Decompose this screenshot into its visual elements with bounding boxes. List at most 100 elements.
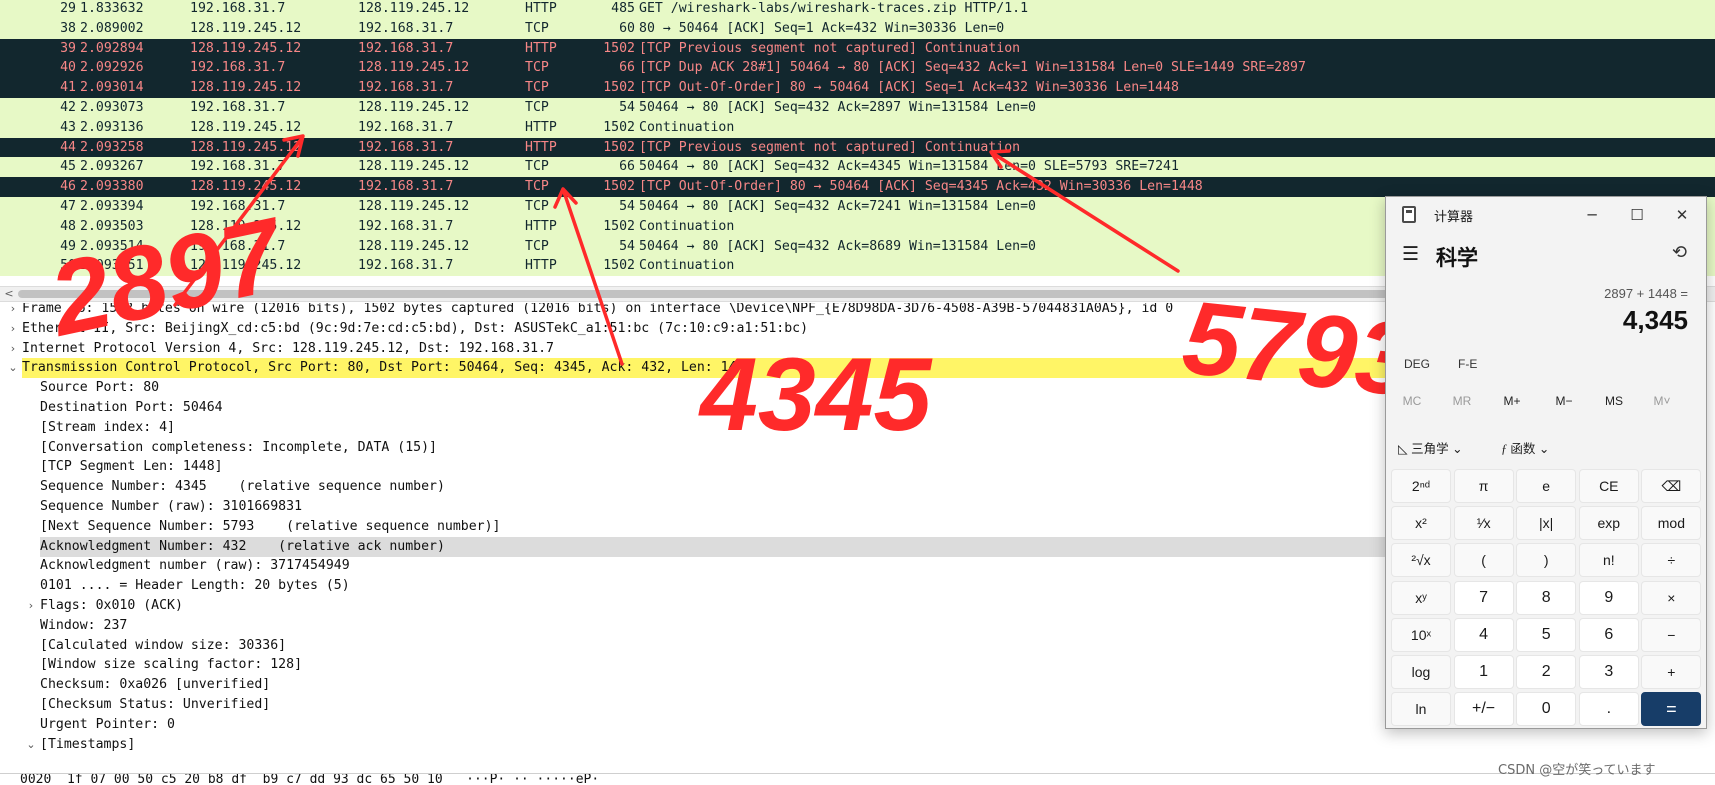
packet-row[interactable]: 41 2.093014 128.119.245.12 192.168.31.7 TCP 1… [0, 78, 1715, 99]
packet-src: 128.119.245.12 [190, 119, 302, 135]
trigonometry-dropdown[interactable]: ◺ 三角学 ⌄ [1398, 438, 1463, 457]
calc-key[interactable]: 0 [1516, 692, 1577, 727]
calc-key[interactable]: 10ˣ [1391, 617, 1451, 652]
packet-row[interactable]: 43 2.093136 128.119.245.12 192.168.31.7 HTTP… [0, 117, 1715, 138]
calc-key[interactable]: CE [1578, 469, 1639, 503]
expand-arrow-icon[interactable]: › [6, 303, 20, 319]
calc-key[interactable]: ¹⁄x [1453, 506, 1514, 541]
expand-arrow-icon[interactable]: › [24, 596, 38, 616]
detail-row[interactable]: Acknowledgment Number: 432 (relative ack… [40, 536, 1385, 557]
detail-text: Checksum: 0xa026 [unverified] [40, 677, 271, 693]
packet-no: 47 [60, 199, 76, 214]
calc-key[interactable]: ln [1391, 692, 1451, 727]
packet-row[interactable]: 40 2.092926 192.168.31.7 128.119.245.12 TCP 6… [0, 58, 1715, 79]
packet-row[interactable]: 38 2.089002 128.119.245.12 192.168.31.7 TCP 6… [0, 18, 1715, 39]
minimize-icon[interactable]: ─ [1572, 201, 1612, 229]
calc-key[interactable]: 8 [1516, 580, 1577, 615]
packet-proto: TCP [525, 179, 549, 195]
calc-key[interactable]: . [1578, 692, 1639, 727]
func-label: 函数 [1510, 442, 1536, 456]
calc-key[interactable]: 2ⁿᵈ [1391, 469, 1451, 503]
deg-button[interactable]: DEG [1404, 357, 1430, 371]
history-icon[interactable]: ⟲ [1672, 242, 1687, 263]
collapse-arrow-icon[interactable]: ⌄ [24, 735, 38, 755]
packet-info: Continuation [639, 119, 735, 135]
calc-key[interactable]: +/− [1453, 692, 1514, 727]
calc-key[interactable]: exp [1578, 506, 1639, 541]
calc-key[interactable]: 7 [1453, 580, 1514, 615]
packet-proto: TCP [525, 80, 549, 96]
packet-time: 2.093503 [80, 218, 144, 234]
memory-button[interactable]: M˅ [1636, 394, 1688, 408]
packet-row[interactable]: 46 2.093380 128.119.245.12 192.168.31.7 TCP 1… [0, 177, 1715, 198]
calc-key[interactable]: |x| [1516, 506, 1577, 541]
calc-key[interactable]: x² [1391, 506, 1451, 541]
calc-key[interactable]: = [1641, 692, 1702, 727]
function-dropdown[interactable]: ƒ 函数 ⌄ [1501, 438, 1549, 457]
maximize-icon[interactable]: ☐ [1617, 201, 1657, 229]
packet-info: [TCP Previous segment not captured] Cont… [639, 139, 1021, 155]
expand-arrow-icon[interactable]: › [6, 319, 20, 339]
packet-row[interactable]: 44 2.093258 128.119.245.12 192.168.31.7 HTTP… [0, 137, 1715, 158]
scroll-left-icon[interactable]: < [2, 287, 16, 301]
packet-row[interactable]: 39 2.092894 128.119.245.12 192.168.31.7 HTTP… [0, 38, 1715, 59]
packet-proto: HTTP [525, 139, 557, 155]
calc-key[interactable]: ²√x [1391, 543, 1451, 578]
calc-key[interactable]: π [1453, 469, 1514, 503]
backspace-icon[interactable]: ⌫ [1641, 469, 1702, 503]
calc-key[interactable]: − [1641, 617, 1702, 652]
packet-bytes[interactable]: 0020 1f 07 00 50 c5 20 b8 df b9 c7 dd 93… [0, 773, 1715, 785]
expand-arrow-icon[interactable]: › [6, 339, 20, 359]
calc-key[interactable]: log [1391, 655, 1451, 689]
packet-row[interactable]: 29 1.833632 192.168.31.7 128.119.245.12 HTTP… [0, 0, 1715, 19]
calc-key[interactable]: 1 [1453, 655, 1514, 689]
calculator-expression: 2897 + 1448 = [1604, 286, 1688, 301]
packet-src: 128.119.245.12 [190, 20, 302, 36]
calculator-titlebar[interactable]: 计算器 ─ ☐ ✕ [1386, 197, 1706, 233]
calc-key[interactable]: 3 [1578, 655, 1639, 689]
detail-row[interactable]: ⌄ [Timestamps] [0, 735, 1715, 755]
memory-button[interactable]: MC [1386, 394, 1438, 408]
calc-key[interactable]: × [1641, 580, 1702, 615]
collapse-arrow-icon[interactable]: ⌄ [6, 358, 20, 378]
detail-text: Flags: 0x010 (ACK) [40, 598, 183, 613]
packet-proto: HTTP [525, 218, 557, 234]
calculator-app-icon [1402, 206, 1416, 223]
packet-proto: TCP [525, 159, 549, 175]
packet-src: 192.168.31.7 [190, 100, 286, 115]
packet-info: 80 → 50464 [ACK] Seq=1 Ack=432 Win=30336… [639, 20, 1005, 36]
detail-text: [Stream index: 4] [40, 419, 175, 435]
memory-button[interactable]: MS [1588, 394, 1640, 408]
packet-row[interactable]: 45 2.093267 192.168.31.7 128.119.245.12 TCP 6… [0, 157, 1715, 178]
detail-row[interactable]: ⌄ Transmission Control Protocol, Src Port… [8, 358, 1385, 379]
calculator-title: 计算器 [1434, 209, 1474, 224]
calc-key[interactable]: ) [1516, 543, 1577, 578]
packet-row[interactable]: 42 2.093073 192.168.31.7 128.119.245.12 TCP 5… [0, 98, 1715, 118]
calc-key[interactable]: 2 [1516, 655, 1577, 689]
calc-key[interactable]: 9 [1578, 580, 1639, 615]
memory-button[interactable]: M+ [1486, 394, 1538, 408]
detail-text: Window: 237 [40, 617, 128, 633]
fe-button[interactable]: F-E [1458, 357, 1477, 371]
calc-key[interactable]: ( [1453, 543, 1514, 578]
scroll-thumb[interactable] [18, 290, 1398, 298]
memory-button[interactable]: MR [1436, 394, 1488, 408]
memory-button[interactable]: M− [1538, 394, 1590, 408]
calc-key[interactable]: + [1641, 655, 1702, 689]
calculator-window[interactable]: 计算器 ─ ☐ ✕ ☰ 科学 ⟲ 2897 + 1448 = 4,345 DEG… [1385, 196, 1707, 729]
hamburger-menu-icon[interactable]: ☰ [1402, 243, 1419, 265]
calc-key[interactable]: 5 [1516, 617, 1577, 652]
calc-key[interactable]: xʸ [1391, 580, 1451, 615]
packet-proto: TCP [525, 100, 549, 115]
close-icon[interactable]: ✕ [1662, 201, 1702, 229]
packet-info: [TCP Dup ACK 28#1] 50464 → 80 [ACK] Seq=… [639, 60, 1306, 76]
calc-key[interactable]: 4 [1453, 617, 1514, 652]
packet-proto: TCP [525, 238, 549, 254]
calculator-result: 4,345 [1622, 305, 1688, 335]
calc-key[interactable]: ÷ [1641, 543, 1702, 578]
calc-key[interactable]: n! [1578, 543, 1639, 578]
calc-key[interactable]: mod [1641, 506, 1702, 541]
calc-key[interactable]: e [1516, 469, 1577, 503]
detail-text: Urgent Pointer: 0 [40, 716, 175, 732]
calc-key[interactable]: 6 [1578, 617, 1639, 652]
